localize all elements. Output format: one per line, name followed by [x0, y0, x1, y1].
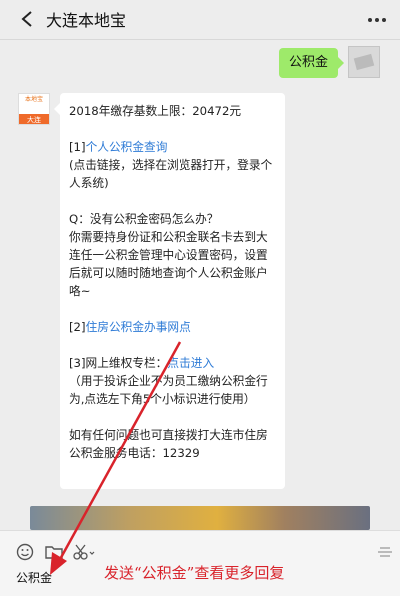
service-outlets-link[interactable]: 住房公积金办事网点: [86, 320, 191, 334]
more-dots-icon[interactable]: [366, 11, 388, 29]
reply-qa: Q：没有公积金密码怎么办？ 你需要持身份证和公积金联名卡去到大连任一公积金管理中…: [69, 210, 277, 300]
menu-tab-gongjijin[interactable]: 公积金: [16, 569, 52, 586]
back-arrow-icon[interactable]: [18, 9, 38, 29]
keyboard-toggle-icon[interactable]: [376, 543, 394, 561]
bot-reply-bubble: 2018年缴存基数上限：20472元 [1]个人公积金查询 (点击链接，选择在浏…: [54, 93, 285, 489]
item1-prefix: [1]: [69, 140, 86, 154]
user-message: 公积金: [278, 46, 380, 78]
reply-item-1: [1]个人公积金查询 (点击链接，选择在浏览器打开，登录个人系统): [69, 138, 277, 192]
reply-item-2: [2]住房公积金办事网点: [69, 318, 277, 336]
item3-description: （用于投诉企业不为员工缴纳公积金行为,点选左下角5个小标识进行使用）: [69, 374, 268, 406]
bot-avatar[interactable]: 本地宝 大连: [18, 93, 50, 125]
rights-column-link[interactable]: 点击进入: [167, 356, 214, 370]
next-message-image[interactable]: [30, 506, 370, 530]
emoji-icon[interactable]: [16, 543, 34, 561]
item2-prefix: [2]: [69, 320, 86, 334]
personal-fund-query-link[interactable]: 个人公积金查询: [86, 140, 168, 154]
qa-question: Q：没有公积金密码怎么办？: [69, 212, 219, 226]
bot-avatar-logo: 本地宝: [19, 94, 49, 114]
user-message-bubble[interactable]: 公积金: [278, 48, 345, 78]
reply-contact: 如有任何问题也可直接拨打大连市住房公积金服务电话：12329: [69, 428, 268, 460]
qa-answer: 你需要持身份证和公积金联名卡去到大连任一公积金管理中心设置密码，设置后就可以随时…: [69, 230, 268, 298]
bot-avatar-city: 大连: [19, 114, 49, 124]
user-avatar-image: [353, 53, 375, 71]
annotation-text: 发送“公积金”查看更多回复: [104, 564, 285, 582]
user-avatar[interactable]: [348, 46, 380, 78]
reply-item-3: [3]网上维权专栏：点击进入 （用于投诉企业不为员工缴纳公积金行为,点选左下角5…: [69, 354, 277, 408]
reply-line-limit: 2018年缴存基数上限：20472元: [69, 104, 242, 118]
page-title: 大连本地宝: [46, 11, 127, 30]
item1-description: (点击链接，选择在浏览器打开，登录个人系统): [69, 158, 273, 190]
chat-header: 大连本地宝: [0, 0, 400, 40]
item3-prefix: [3]网上维权专栏：: [69, 356, 168, 370]
scissors-icon[interactable]: [72, 543, 96, 561]
folder-icon[interactable]: [44, 543, 64, 561]
